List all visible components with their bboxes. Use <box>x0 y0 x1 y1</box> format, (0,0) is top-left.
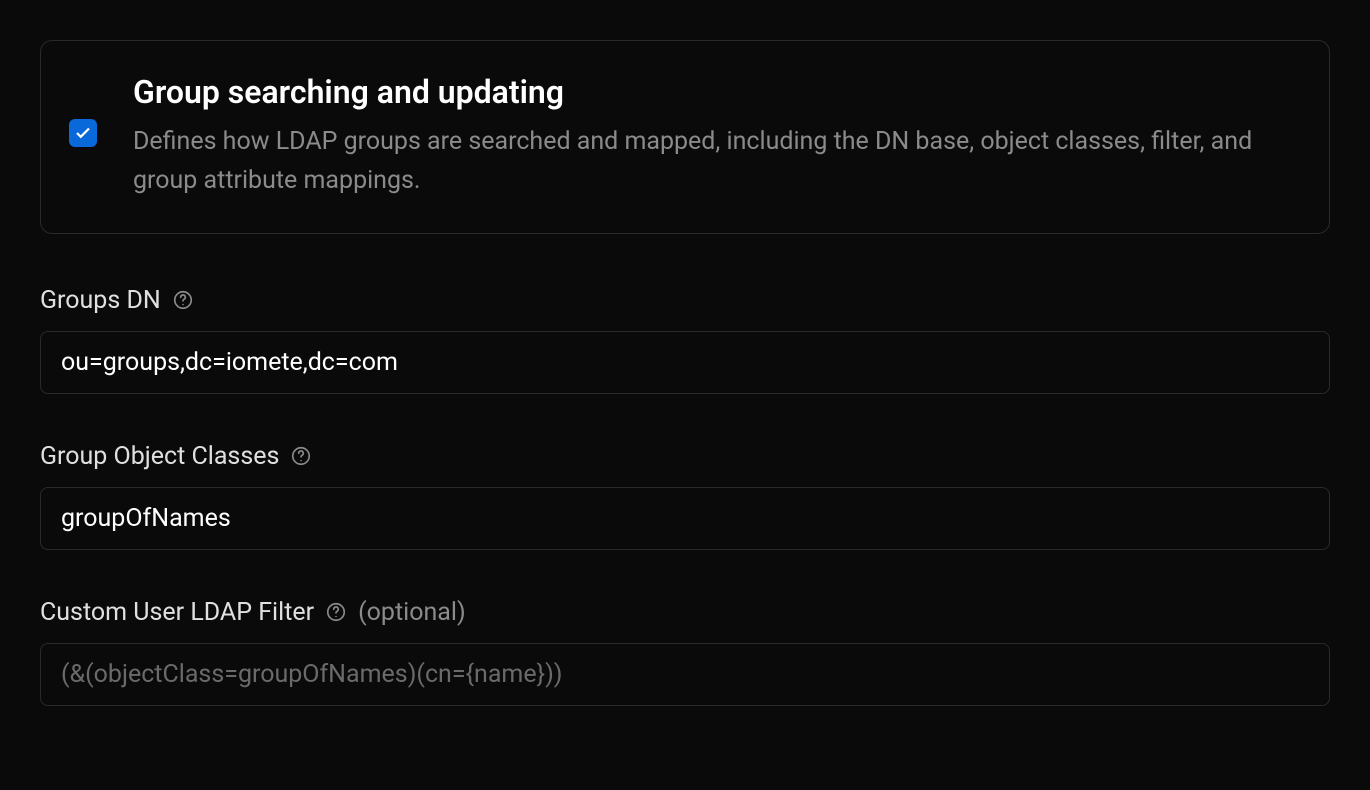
optional-label: (optional) <box>358 598 466 627</box>
custom-filter-label: Custom User LDAP Filter <box>40 598 314 627</box>
checkbox-wrapper <box>69 73 97 147</box>
group-object-classes-field: Group Object Classes <box>40 442 1330 550</box>
help-icon[interactable] <box>289 444 313 468</box>
group-searching-section: Group searching and updating Defines how… <box>40 40 1330 234</box>
section-text-container: Group searching and updating Defines how… <box>133 73 1301 201</box>
custom-filter-input[interactable] <box>40 643 1330 706</box>
check-icon <box>74 124 92 142</box>
field-label-row: Custom User LDAP Filter (optional) <box>40 598 1330 627</box>
help-icon[interactable] <box>171 288 195 312</box>
group-searching-checkbox[interactable] <box>69 119 97 147</box>
section-title: Group searching and updating <box>133 73 1301 111</box>
group-object-classes-input[interactable] <box>40 487 1330 550</box>
section-description: Defines how LDAP groups are searched and… <box>133 123 1301 201</box>
groups-dn-field: Groups DN <box>40 286 1330 394</box>
group-object-classes-label: Group Object Classes <box>40 442 279 471</box>
custom-filter-field: Custom User LDAP Filter (optional) <box>40 598 1330 706</box>
field-label-row: Groups DN <box>40 286 1330 315</box>
field-label-row: Group Object Classes <box>40 442 1330 471</box>
groups-dn-label: Groups DN <box>40 286 161 315</box>
help-icon[interactable] <box>324 600 348 624</box>
groups-dn-input[interactable] <box>40 331 1330 394</box>
